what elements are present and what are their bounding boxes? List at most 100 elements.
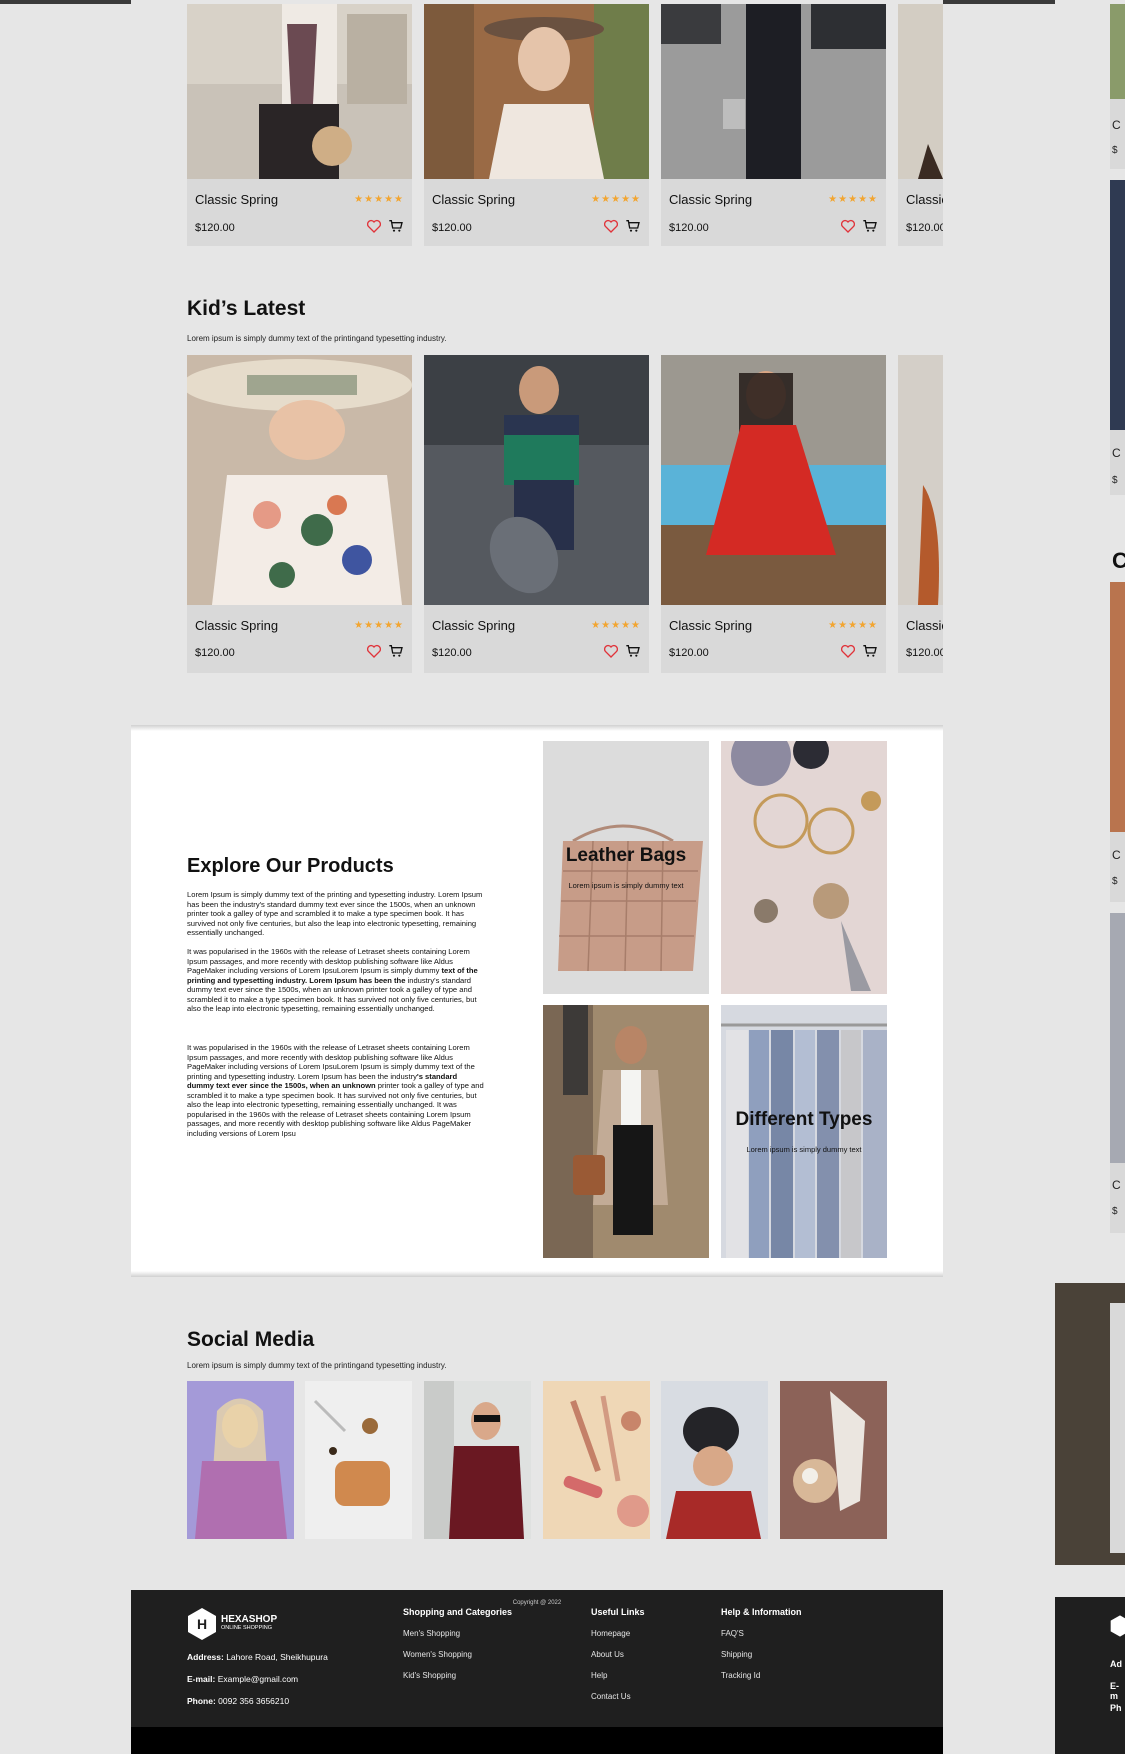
tile-subtitle: Lorem ipsum is simply dummy text [568,881,684,890]
heart-icon[interactable] [603,218,619,234]
footer-link-kids[interactable]: Kid's Shopping [403,1671,456,1680]
product-name[interactable]: Classic Spring [432,192,515,207]
product-price: $120.00 [669,647,709,659]
product-photo-woman-suit[interactable] [661,4,886,179]
star-rating: ★★★★★ [591,620,641,631]
kids-section: Kid’s Latest Lorem ipsum is simply dummy… [131,250,943,720]
footer-link-contact[interactable]: Contact Us [591,1692,631,1701]
heart-icon[interactable] [840,643,856,659]
footer-link-womens[interactable]: Women's Shopping [403,1650,472,1659]
product-photo[interactable] [898,4,943,179]
hexashop-logo-icon[interactable]: H [187,1607,217,1641]
social-post-image[interactable] [780,1381,887,1539]
product-card[interactable]: Classic Spring ★★★★★ $120.00 [187,355,412,673]
heart-icon[interactable] [840,218,856,234]
cart-icon[interactable] [388,218,404,234]
star-rating: ★★★★★ [354,194,404,205]
product-name[interactable]: C [1112,446,1121,460]
category-tile-jewelry[interactable] [721,741,887,994]
social-post-image[interactable] [543,1381,650,1539]
social-post-image[interactable] [305,1381,412,1539]
product-price: $120.00 [906,222,943,234]
product-card[interactable]: Classic Spring ★★★★★ $120.00 [424,355,649,673]
social-post-image[interactable] [424,1381,531,1539]
heart-icon[interactable] [603,643,619,659]
product-photo-woman-scarf[interactable] [187,4,412,179]
section-title: C [1112,548,1125,573]
product-name[interactable]: Classic Spring [669,192,752,207]
product-card[interactable]: Classic Spring ★★★★★ $120.00 [187,4,412,246]
product-name[interactable]: C [1112,848,1121,862]
social-post-image[interactable] [187,1381,294,1539]
cart-icon[interactable] [625,218,641,234]
footer-link-mens[interactable]: Men's Shopping [403,1629,460,1638]
tile-subtitle: Lorem ipsum is simply dummy text [746,1145,862,1154]
product-price: $ [1112,475,1118,486]
footer-col-title: Help & Information [721,1607,802,1617]
footer-link-tracking[interactable]: Tracking Id [721,1671,760,1680]
copyright-text: Copyright @ 2022 [512,1600,562,1606]
product-photo-woman-hat[interactable] [424,4,649,179]
product-name[interactable]: C [1112,118,1121,132]
product-name[interactable]: Classic Spring [195,192,278,207]
product-price: $120.00 [432,222,472,234]
product-price: $ [1112,876,1118,887]
hero-banner-image [1055,1283,1125,1565]
cart-icon[interactable] [625,643,641,659]
product-photo-girl-red-dress[interactable] [661,355,886,605]
footer-link-about[interactable]: About Us [591,1650,624,1659]
category-tile-different-types[interactable]: Different Types Lorem ipsum is simply du… [721,1005,887,1258]
footer-link-help[interactable]: Help [591,1671,607,1680]
leather-bag-image [543,741,709,994]
footer-link-shipping[interactable]: Shipping [721,1650,752,1659]
explore-paragraph: It was popularised in the 1960s with the… [187,947,478,1013]
product-name[interactable]: Classic Spring [195,618,278,633]
section-subtitle: Lorem ipsum is simply dummy text of the … [187,334,447,343]
explore-title: Explore Our Products [187,855,394,877]
product-photo-girl-straw-hat[interactable] [187,355,412,605]
footer-link-faq[interactable]: FAQ'S [721,1629,744,1638]
footer-col-title: Shopping and Categories [403,1607,513,1617]
footer-col-title: Useful Links [591,1607,645,1617]
heart-icon[interactable] [366,218,382,234]
product-price: $ [1112,145,1118,156]
product-name[interactable]: Classic Spring [906,618,943,633]
footer-address: Ad [1110,1659,1122,1669]
product-price: $120.00 [906,647,943,659]
product-name[interactable]: Classic Spring [669,618,752,633]
heart-icon[interactable] [366,643,382,659]
product-card[interactable]: Classic Spring ★★★★★ $120.00 [424,4,649,246]
star-rating: ★★★★★ [828,620,878,631]
section-subtitle: Lorem ipsum is simply dummy text of the … [187,1361,447,1370]
brand-tagline: ONLINE SHOPPING [221,1625,273,1631]
hexashop-logo-icon[interactable] [1110,1609,1125,1643]
product-photo[interactable] [898,355,943,605]
product-photo-boy-skateboard[interactable] [424,355,649,605]
product-price: $120.00 [195,222,235,234]
product-price: $120.00 [669,222,709,234]
product-name[interactable]: C [1112,1178,1121,1192]
section-title: Kid’s Latest [187,297,306,320]
cart-icon[interactable] [862,643,878,659]
category-tile-leather-bags[interactable]: Leather Bags Lorem ipsum is simply dummy… [543,741,709,994]
product-card[interactable]: Classic Spring $120.00 [898,355,943,673]
tile-title: Leather Bags [565,845,687,866]
product-card[interactable]: Classic Spring ★★★★★ $120.00 [661,355,886,673]
product-card[interactable]: Classic Spring $120.00 [898,4,943,246]
footer-email: E-mail: Example@gmail.com [187,1674,299,1684]
cart-icon[interactable] [388,643,404,659]
social-post-image[interactable] [661,1381,768,1539]
product-name[interactable]: Classic Spring [906,192,943,207]
divider [131,725,943,731]
tile-title: Different Types [735,1109,873,1130]
explore-paragraph: Lorem Ipsum is simply dummy text of the … [187,890,483,937]
category-tile-woman-coat[interactable] [543,1005,709,1258]
section-title: Social Media [187,1328,315,1351]
product-card[interactable]: Classic Spring ★★★★★ $120.00 [661,4,886,246]
cart-icon[interactable] [862,218,878,234]
woman-coat-image [543,1005,709,1258]
footer-link-homepage[interactable]: Homepage [591,1629,630,1638]
star-rating: ★★★★★ [354,620,404,631]
women-section: Classic Spring ★★★★★ $120.00 Classic Spr… [131,0,943,250]
product-name[interactable]: Classic Spring [432,618,515,633]
